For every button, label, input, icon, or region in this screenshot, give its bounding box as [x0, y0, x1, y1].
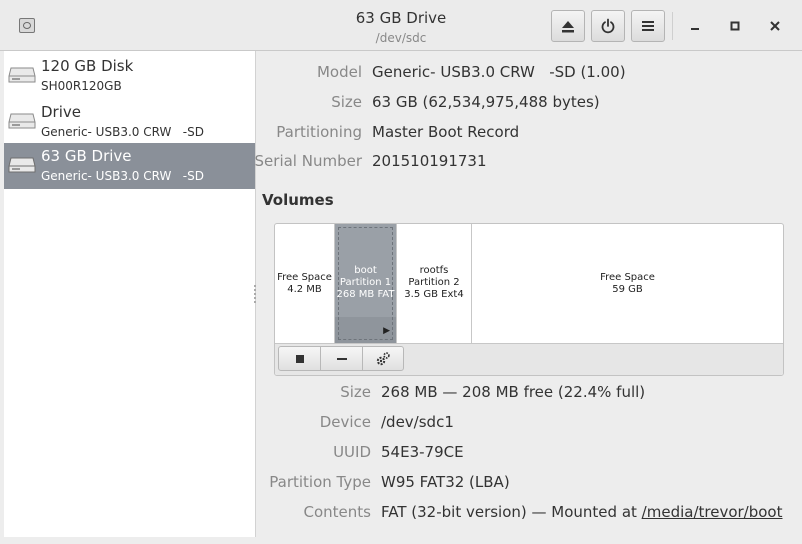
drive-detail: Generic- USB3.0 CRW -SD: [41, 169, 204, 183]
volume-rootfs-partition[interactable]: rootfs Partition 2 3.5 GB Ext4: [397, 224, 472, 343]
uuid-row: UUID 54E3-79CE: [256, 443, 802, 463]
volume-line: Free Space: [600, 272, 655, 283]
drive-item-63gb-drive[interactable]: 63 GB Drive Generic- USB3.0 CRW -SD: [4, 143, 255, 189]
device-value: /dev/sdc1: [381, 413, 454, 431]
volume-line: rootfs: [419, 265, 449, 276]
partition-size-value: 268 MB — 208 MB free (22.4% full): [381, 383, 646, 401]
window-subtitle: /dev/sdc: [375, 31, 427, 45]
drive-icon: [8, 67, 36, 83]
volume-line: 3.5 GB Ext4: [404, 289, 464, 300]
maximize-icon: [730, 21, 740, 31]
contents-text: FAT (32-bit version) — Mounted at: [381, 503, 642, 521]
partitioning-label: Partitioning: [276, 123, 362, 141]
size-value: 63 GB (62,534,975,488 bytes): [372, 93, 600, 111]
window-title: 63 GB Drive: [355, 9, 447, 27]
partition-size-row: Size 268 MB — 208 MB free (22.4% full): [256, 383, 802, 403]
eject-icon: [562, 20, 574, 32]
drive-details-pane: Model Generic- USB3.0 CRW -SD (1.00) Siz…: [254, 51, 802, 537]
serial-value: 201510191731: [372, 152, 487, 170]
gears-icon: [376, 351, 390, 365]
hamburger-menu-icon: [642, 21, 654, 31]
power-icon: [601, 18, 615, 34]
volume-free-space-1[interactable]: Free Space 4.2 MB: [275, 224, 335, 343]
partition-type-row: Partition Type W95 FAT32 (LBA): [256, 473, 802, 493]
contents-row: Contents FAT (32-bit version) — Mounted …: [256, 503, 802, 523]
volume-boot-partition[interactable]: boot Partition 1 268 MB FAT ▶: [335, 224, 397, 343]
drive-name: 63 GB Drive: [41, 147, 132, 165]
drive-name: 120 GB Disk: [41, 57, 134, 75]
volume-line: 4.2 MB: [287, 284, 322, 295]
volume-line: 268 MB FAT: [336, 289, 395, 300]
delete-partition-button[interactable]: [320, 346, 363, 371]
volume-line: Free Space: [277, 272, 332, 283]
header-bar: 63 GB Drive /dev/sdc: [0, 0, 802, 51]
mount-point-link[interactable]: /media/trevor/boot: [642, 503, 783, 521]
drive-detail: Generic- USB3.0 CRW -SD: [41, 125, 204, 139]
stop-icon: [295, 354, 304, 363]
unmount-button[interactable]: [278, 346, 321, 371]
drive-icon: [8, 113, 36, 129]
size-row: Size 63 GB (62,534,975,488 bytes): [256, 93, 802, 113]
device-label: Device: [319, 413, 371, 431]
close-icon: [770, 21, 780, 31]
partition-size-label: Size: [340, 383, 371, 401]
header-separator: [672, 12, 673, 40]
drive-detail: SH00R120GB: [41, 79, 122, 93]
drive-icon: [8, 157, 36, 173]
minus-icon: [336, 357, 347, 360]
volumes-heading: Volumes: [262, 191, 334, 209]
serial-label: Serial Number: [254, 152, 362, 170]
model-value: Generic- USB3.0 CRW -SD (1.00): [372, 63, 626, 81]
device-row: Device /dev/sdc1: [256, 413, 802, 433]
model-label: Model: [316, 63, 362, 81]
uuid-label: UUID: [333, 443, 371, 461]
volume-line: boot: [354, 265, 377, 276]
eject-button[interactable]: [551, 10, 585, 42]
volumes-map: Free Space 4.2 MB boot Partition 1 268 M…: [274, 223, 784, 376]
model-row: Model Generic- USB3.0 CRW -SD (1.00): [256, 63, 802, 83]
drive-list: 120 GB Disk SH00R120GB Drive Generic- US…: [4, 51, 256, 537]
contents-label: Contents: [303, 503, 371, 521]
partition-settings-button[interactable]: [362, 346, 404, 371]
contents-value: FAT (32-bit version) — Mounted at /media…: [381, 503, 782, 521]
serial-row: Serial Number 201510191731: [254, 152, 802, 172]
drive-name: Drive: [41, 103, 81, 121]
volume-line: 59 GB: [612, 284, 643, 295]
power-off-button[interactable]: [591, 10, 625, 42]
uuid-value: 54E3-79CE: [381, 443, 464, 461]
drive-item-120gb-disk[interactable]: 120 GB Disk SH00R120GB: [4, 53, 255, 99]
play-icon: ▶: [383, 326, 390, 336]
size-label: Size: [331, 93, 362, 111]
drive-item-drive[interactable]: Drive Generic- USB3.0 CRW -SD: [4, 99, 255, 145]
volume-free-space-2[interactable]: Free Space 59 GB: [472, 224, 783, 343]
disks-window: 63 GB Drive /dev/sdc 120 GB Disk SH00R12…: [0, 0, 802, 544]
minimize-button[interactable]: [683, 14, 707, 38]
partition-type-label: Partition Type: [269, 473, 371, 491]
maximize-button[interactable]: [723, 14, 747, 38]
partitioning-value: Master Boot Record: [372, 123, 520, 141]
volume-toolbar: [275, 343, 783, 375]
partition-type-value: W95 FAT32 (LBA): [381, 473, 510, 491]
volume-line: Partition 2: [408, 277, 460, 288]
volume-line: Partition 1: [339, 277, 392, 288]
close-button[interactable]: [763, 14, 787, 38]
partitioning-row: Partitioning Master Boot Record: [256, 123, 802, 143]
minimize-icon: [691, 28, 699, 30]
drive-menu-button[interactable]: [631, 10, 665, 42]
